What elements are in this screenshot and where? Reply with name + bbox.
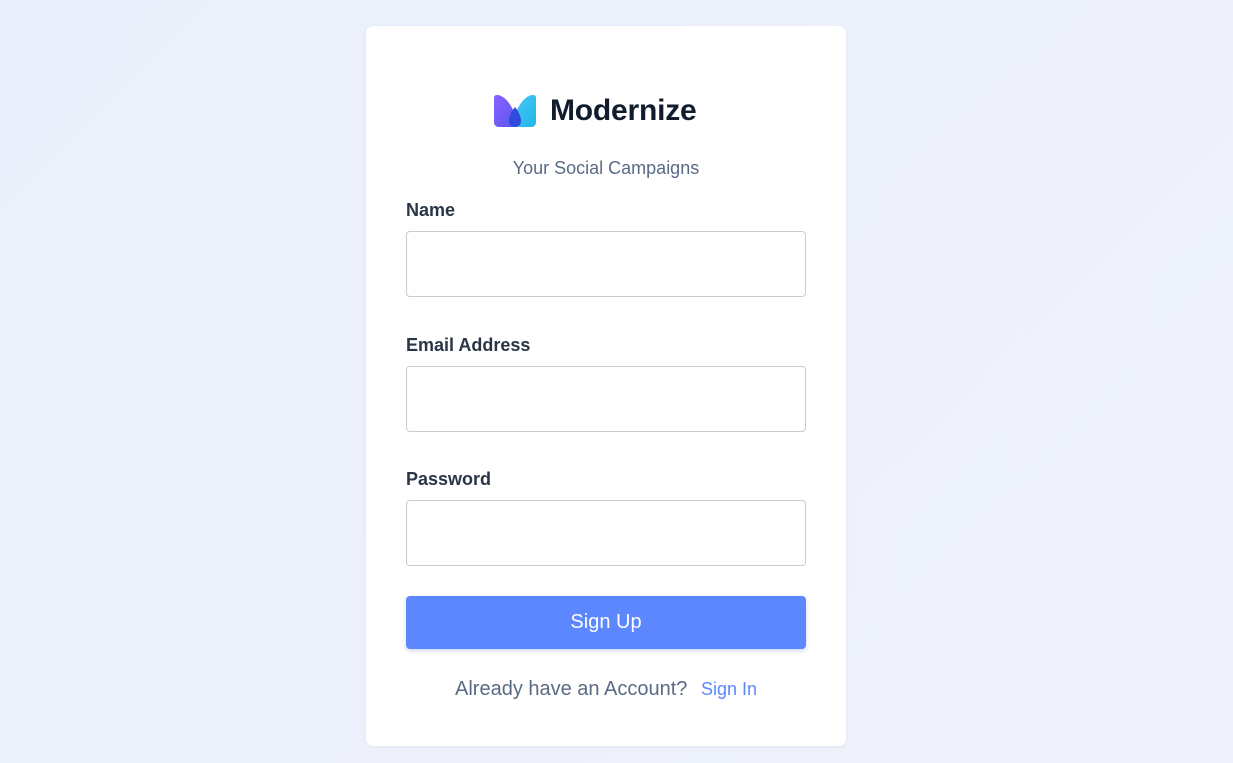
signin-prompt-text: Already have an Account? (455, 678, 688, 700)
sign-up-button[interactable]: Sign Up (406, 596, 806, 649)
brand-name: Modernize (550, 94, 697, 127)
brand-logo[interactable]: Modernize (494, 94, 697, 128)
signup-card: Modernize Your Social Campaigns Name Ema… (366, 26, 846, 746)
password-input[interactable] (406, 500, 806, 566)
password-label: Password (406, 469, 492, 489)
modernize-logo-icon (494, 95, 536, 127)
sign-in-link[interactable]: Sign In (701, 679, 757, 699)
email-input[interactable] (406, 366, 806, 432)
signin-prompt: Already have an Account? Sign In (366, 678, 846, 701)
email-label: Email Address (406, 335, 531, 355)
name-label: Name (406, 200, 456, 220)
tagline: Your Social Campaigns (512, 158, 700, 178)
name-input[interactable] (406, 231, 806, 297)
